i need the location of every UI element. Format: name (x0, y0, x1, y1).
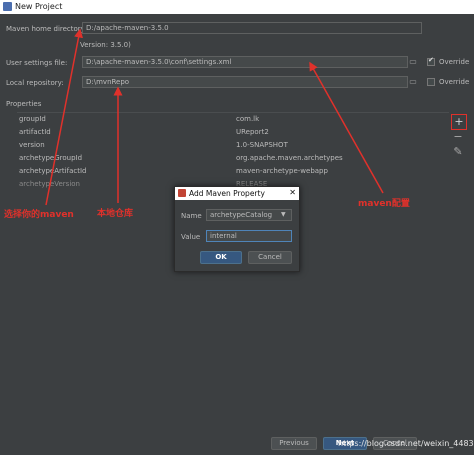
annotation-arrows (45, 28, 384, 206)
annotation-local-repo: 本地仓库 (97, 209, 134, 219)
arrow-to-user-settings (309, 61, 384, 194)
annotation-choose-maven: 选择你的maven (4, 210, 74, 220)
annotation-maven-config: maven配置 (358, 199, 410, 209)
watermark-text: https://blog.csdn.net/weixin_44832075 (338, 439, 474, 448)
arrow-to-maven-home (45, 28, 83, 206)
